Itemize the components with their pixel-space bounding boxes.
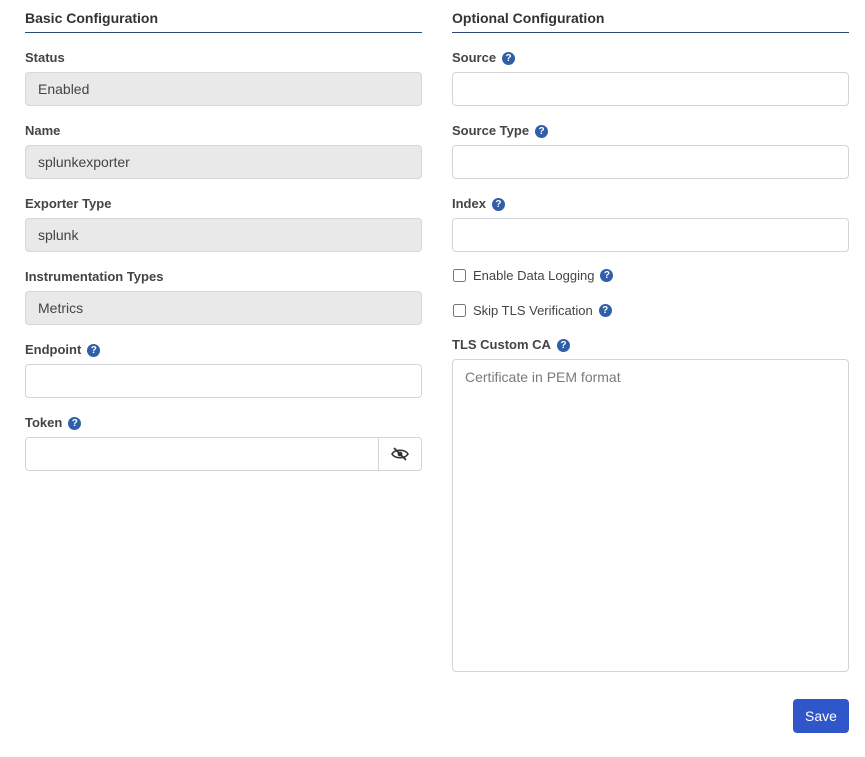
- enable-data-logging-row: Enable Data Logging ?: [452, 267, 849, 283]
- optional-configuration-title: Optional Configuration: [452, 10, 849, 33]
- endpoint-help-icon[interactable]: ?: [87, 343, 101, 357]
- skip-tls-verification-label: Skip TLS Verification: [473, 302, 593, 318]
- instrumentation-types-label: Instrumentation Types: [25, 269, 164, 284]
- exporter-type-field: Exporter Type splunk: [25, 196, 422, 252]
- token-help-icon[interactable]: ?: [68, 416, 82, 430]
- enable-data-logging-checkbox[interactable]: [453, 268, 466, 282]
- index-field: Index ?: [452, 196, 849, 252]
- skip-tls-verification-row: Skip TLS Verification ?: [452, 302, 849, 318]
- source-help-icon[interactable]: ?: [502, 51, 516, 65]
- index-help-icon[interactable]: ?: [491, 197, 505, 211]
- instrumentation-types-value: Metrics: [25, 291, 422, 325]
- index-label: Index ?: [452, 196, 849, 212]
- token-field: Token ?: [25, 415, 422, 471]
- source-label: Source ?: [452, 50, 849, 66]
- name-value: splunkexporter: [25, 145, 422, 179]
- enable-data-logging-label: Enable Data Logging: [473, 267, 595, 283]
- enable-data-logging-help-icon[interactable]: ?: [600, 268, 614, 282]
- skip-tls-verification-help-icon[interactable]: ?: [598, 303, 612, 317]
- tls-custom-ca-label: TLS Custom CA ?: [452, 337, 849, 353]
- toggle-token-visibility-button[interactable]: [379, 437, 422, 471]
- source-type-help-icon[interactable]: ?: [535, 124, 549, 138]
- save-button[interactable]: Save: [793, 699, 849, 733]
- source-type-input[interactable]: [452, 145, 849, 179]
- token-input-group: [25, 437, 422, 471]
- endpoint-label: Endpoint ?: [25, 342, 422, 358]
- source-type-field: Source Type ?: [452, 123, 849, 179]
- tls-custom-ca-textarea[interactable]: [452, 359, 849, 672]
- basic-configuration-panel: Basic Configuration Status Enabled Name …: [25, 10, 422, 488]
- instrumentation-types-field: Instrumentation Types Metrics: [25, 269, 422, 325]
- tls-custom-ca-field: TLS Custom CA ?: [452, 337, 849, 672]
- index-input[interactable]: [452, 218, 849, 252]
- endpoint-field: Endpoint ?: [25, 342, 422, 398]
- basic-configuration-title: Basic Configuration: [25, 10, 422, 33]
- source-type-label: Source Type ?: [452, 123, 849, 139]
- token-input[interactable]: [25, 437, 379, 471]
- source-field: Source ?: [452, 50, 849, 106]
- endpoint-input[interactable]: [25, 364, 422, 398]
- skip-tls-verification-checkbox[interactable]: [453, 303, 466, 317]
- status-value: Enabled: [25, 72, 422, 106]
- status-field: Status Enabled: [25, 50, 422, 106]
- exporter-type-value: splunk: [25, 218, 422, 252]
- eye-slash-icon: [391, 447, 409, 461]
- source-input[interactable]: [452, 72, 849, 106]
- status-label: Status: [25, 50, 65, 65]
- tls-custom-ca-help-icon[interactable]: ?: [556, 338, 570, 352]
- name-field: Name splunkexporter: [25, 123, 422, 179]
- exporter-type-label: Exporter Type: [25, 196, 112, 211]
- name-label: Name: [25, 123, 61, 138]
- token-label: Token ?: [25, 415, 422, 431]
- optional-configuration-panel: Optional Configuration Source ? Source T…: [452, 10, 849, 689]
